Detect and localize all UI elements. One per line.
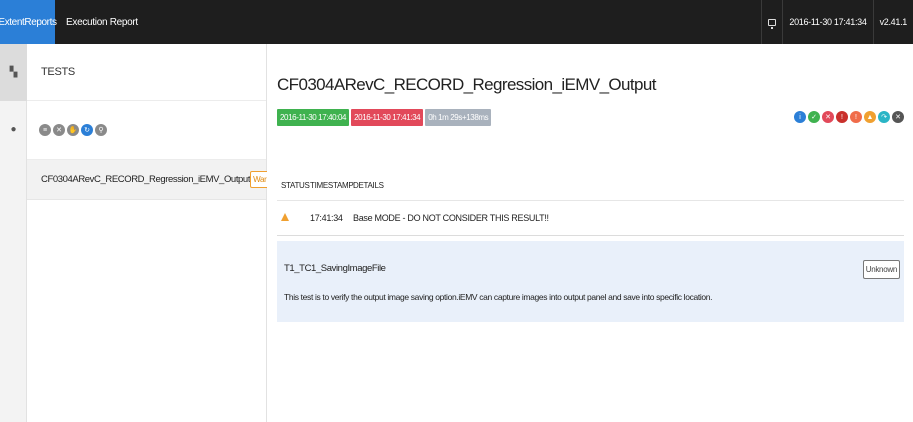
monitor-icon-wrap xyxy=(761,0,782,44)
test-name: CF0304ARevC_RECORD_Regression_iEMV_Outpu… xyxy=(41,174,251,185)
info-icon[interactable]: i xyxy=(794,111,806,123)
fail-icon[interactable]: ✕ xyxy=(822,111,834,123)
dashboard-icon: ▚ xyxy=(9,67,18,78)
test-title: CF0304ARevC_RECORD_Regression_iEMV_Outpu… xyxy=(277,75,656,94)
pass-icon[interactable]: ✓ xyxy=(808,111,820,123)
top-right-info: 2016-11-30 17:41:34 v2.41.1 xyxy=(761,0,913,44)
duration-chip: 0h 1m 29s+138ms xyxy=(425,109,492,126)
top-navbar: ExtentReports Execution Report 2016-11-3… xyxy=(0,0,913,44)
monitor-icon xyxy=(768,18,777,29)
column-header-status: STATUS xyxy=(281,181,310,190)
list-icon[interactable]: ≡ xyxy=(39,124,51,136)
error-icon[interactable]: ! xyxy=(850,111,862,123)
status-filter-icons: i ✓ ✕ ! ! ▲ ↷ ✕ xyxy=(794,111,904,123)
node-name: T1_TC1_SavingImageFile xyxy=(284,263,386,274)
tests-panel: TESTS ≡ ✕ ✋ ↻ ⚲ CF0304ARevC_RECORD_Regre… xyxy=(27,44,284,422)
categories-icon: ● xyxy=(10,124,17,135)
test-list-item[interactable]: CF0304ARevC_RECORD_Regression_iEMV_Outpu… xyxy=(27,160,284,200)
report-timestamp: 2016-11-30 17:41:34 xyxy=(782,0,872,44)
table-row: 17:41:34 Base MODE - DO NOT CONSIDER THI… xyxy=(277,205,904,235)
close-icon[interactable]: ✕ xyxy=(53,124,65,136)
column-header-timestamp: TIMESTAMP xyxy=(310,181,354,190)
unknown-icon[interactable]: ✕ xyxy=(892,111,904,123)
table-divider xyxy=(277,200,904,201)
test-detail: CF0304ARevC_RECORD_Regression_iEMV_Outpu… xyxy=(267,44,913,422)
filter-toolbar: ≡ ✕ ✋ ↻ ⚲ xyxy=(27,101,266,160)
left-icon-rail: ▚ ● xyxy=(0,44,27,422)
log-details: Base MODE - DO NOT CONSIDER THIS RESULT!… xyxy=(353,213,549,223)
fatal-icon[interactable]: ! xyxy=(836,111,848,123)
tests-heading: TESTS xyxy=(27,44,266,101)
column-header-details: DETAILS xyxy=(353,181,384,190)
start-time-chip: 2016-11-30 17:40:04 xyxy=(277,109,350,126)
node-status-badge: Unknown xyxy=(862,260,900,279)
refresh-icon[interactable]: ↻ xyxy=(81,124,93,136)
warning-icon xyxy=(281,213,289,221)
brand-logo[interactable]: ExtentReports xyxy=(0,0,57,44)
report-title: Execution Report xyxy=(66,16,138,28)
child-test-node[interactable]: T1_TC1_SavingImageFile Unknown This test… xyxy=(277,241,904,322)
node-description: This test is to verify the output image … xyxy=(284,292,713,302)
end-time-chip: 2016-11-30 17:41:34 xyxy=(351,109,424,126)
version-label: v2.41.1 xyxy=(872,0,913,44)
skip-icon[interactable]: ↷ xyxy=(878,111,890,123)
rail-item-dashboard[interactable]: ▚ xyxy=(0,44,27,101)
time-chips: 2016-11-30 17:40:04 2016-11-30 17:41:34 … xyxy=(277,109,492,126)
row-divider xyxy=(277,235,904,236)
rail-item-categories[interactable]: ● xyxy=(0,101,27,158)
warning-icon[interactable]: ▲ xyxy=(864,111,876,123)
log-timestamp: 17:41:34 xyxy=(310,213,343,223)
search-icon[interactable]: ⚲ xyxy=(95,124,107,136)
clear-icon[interactable]: ✋ xyxy=(67,124,79,136)
